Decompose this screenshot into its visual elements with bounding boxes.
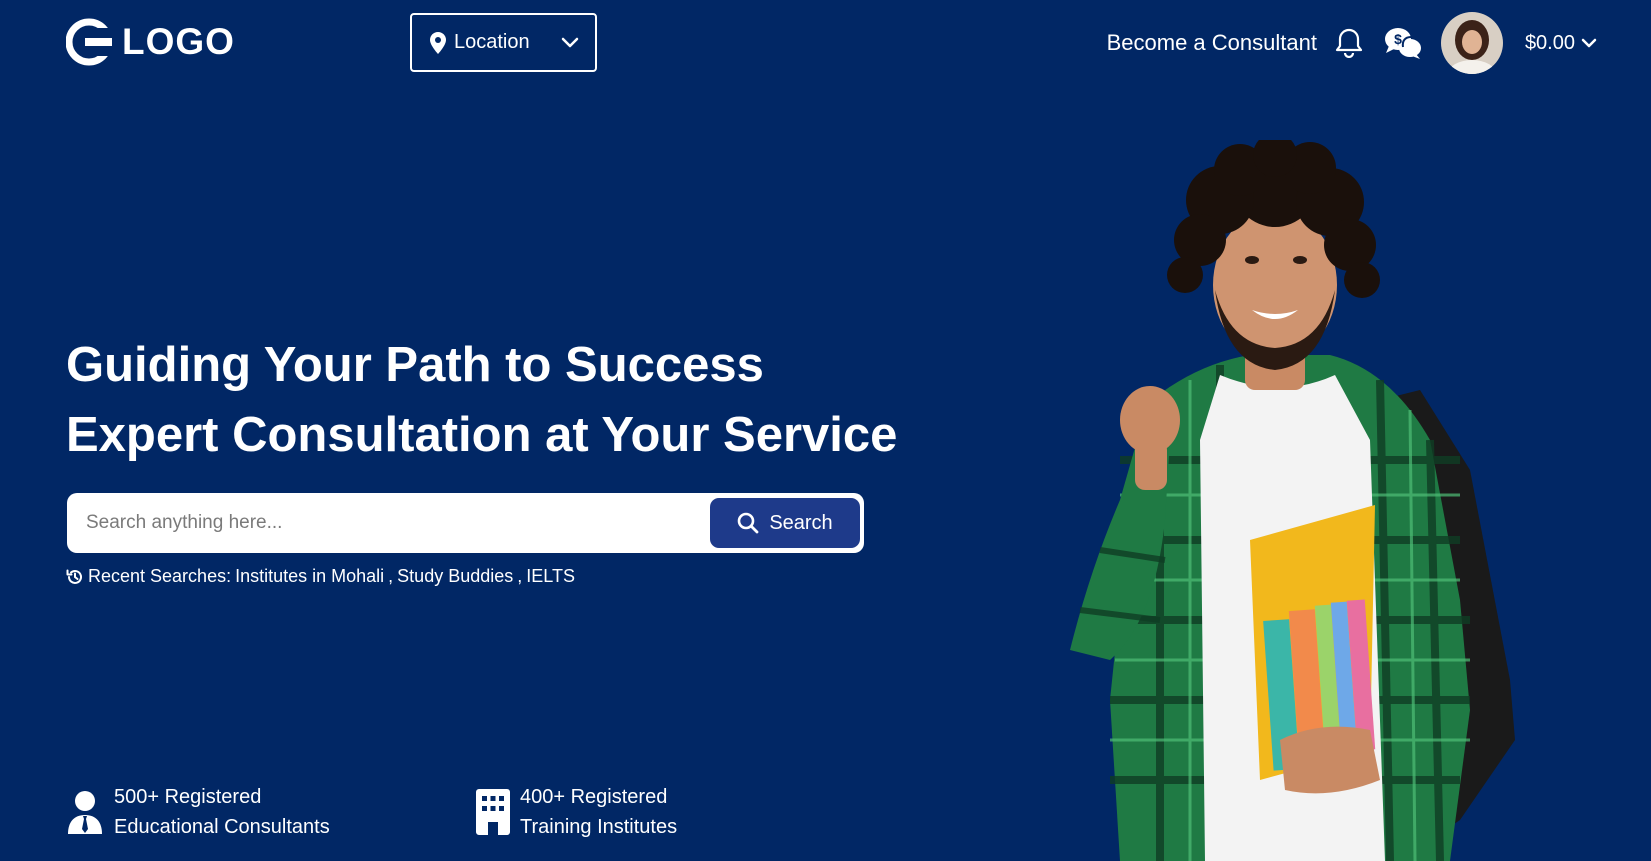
stat-institutes-count: 400+ Registered bbox=[520, 786, 668, 808]
location-pin-icon bbox=[430, 31, 446, 54]
svg-text:$: $ bbox=[1394, 31, 1402, 47]
search-button[interactable]: Search bbox=[710, 498, 860, 548]
chat-dollar-icon: $ bbox=[1384, 28, 1421, 59]
bell-icon bbox=[1335, 28, 1363, 58]
recent-search-item[interactable]: Study Buddies bbox=[397, 566, 513, 587]
location-dropdown[interactable]: Location bbox=[410, 13, 597, 72]
stat-consultants-count: 500+ Registered bbox=[114, 786, 262, 808]
hero-title-line1: Guiding Your Path to Success bbox=[66, 338, 764, 392]
logo-text: LOGO bbox=[122, 21, 235, 62]
chevron-down-icon bbox=[1581, 38, 1597, 47]
stat-consultants: 500+ Registered Educational Consultants bbox=[66, 782, 330, 842]
logo-icon bbox=[66, 18, 112, 66]
recent-search-item[interactable]: IELTS bbox=[526, 566, 575, 587]
hero-student-image bbox=[1070, 140, 1515, 861]
search-input[interactable] bbox=[71, 497, 710, 549]
hero-title: Guiding Your Path to Success Expert Cons… bbox=[66, 330, 897, 470]
consultant-icon bbox=[68, 791, 102, 834]
search-bar: Search bbox=[67, 493, 864, 553]
recent-searches-label: Recent Searches: bbox=[88, 566, 232, 586]
stat-institutes: 400+ Registered Training Institutes bbox=[476, 782, 677, 842]
recent-searches: Recent Searches: Institutes in Mohali, S… bbox=[66, 566, 575, 587]
search-button-label: Search bbox=[769, 511, 833, 534]
avatar-image bbox=[1440, 12, 1503, 74]
stat-consultants-label: Educational Consultants bbox=[114, 816, 330, 838]
chevron-down-icon bbox=[561, 37, 579, 47]
location-label: Location bbox=[454, 31, 530, 53]
logo[interactable]: LOGO bbox=[66, 18, 235, 66]
notifications-button[interactable] bbox=[1335, 28, 1363, 58]
history-icon bbox=[66, 569, 82, 584]
stat-institutes-text: 400+ Registered Training Institutes bbox=[520, 782, 677, 842]
building-icon bbox=[476, 789, 510, 835]
header-actions: Become a Consultant $ $0.00 bbox=[1107, 12, 1597, 74]
chat-button[interactable]: $ bbox=[1383, 26, 1423, 60]
search-icon bbox=[738, 512, 759, 534]
wallet-dropdown[interactable]: $0.00 bbox=[1525, 32, 1597, 55]
wallet-amount: $0.00 bbox=[1524, 31, 1575, 54]
page: LOGO Location Become a Consultant $ $0.0… bbox=[0, 0, 1651, 861]
become-consultant-link[interactable]: Become a Consultant bbox=[1107, 30, 1317, 56]
user-avatar[interactable] bbox=[1440, 12, 1503, 74]
recent-search-item[interactable]: Institutes in Mohali bbox=[235, 566, 384, 587]
stat-consultants-text: 500+ Registered Educational Consultants bbox=[114, 782, 330, 842]
hero-title-line2: Expert Consultation at Your Service bbox=[66, 408, 898, 462]
stat-institutes-label: Training Institutes bbox=[520, 816, 678, 838]
